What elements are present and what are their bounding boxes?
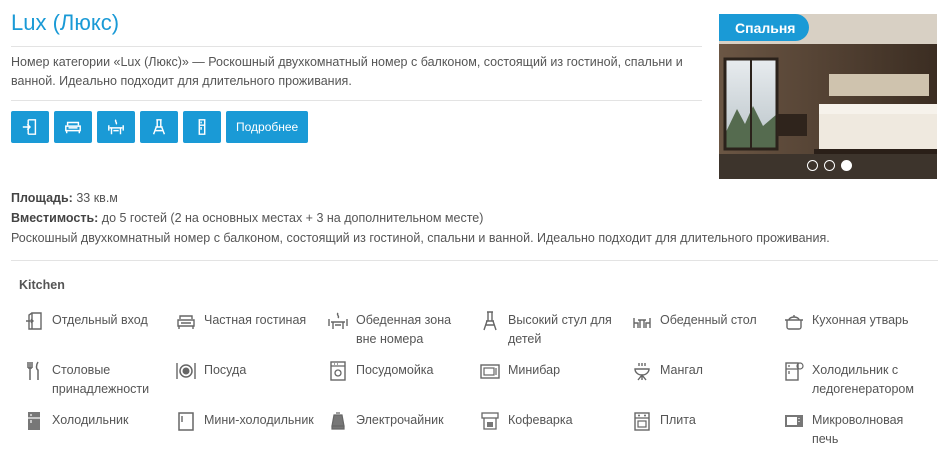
sofa-icon: [65, 121, 81, 134]
amenity-label: Плита: [660, 413, 696, 427]
photo-caption: Спальня: [719, 14, 810, 41]
sofa-button[interactable]: [54, 111, 92, 143]
amenity-label: Посуда: [204, 363, 247, 377]
cutlery-icon: [23, 360, 45, 382]
divider: [11, 100, 702, 101]
minibar-icon: [479, 360, 501, 382]
room-details: Площадь: 33 кв.м Вместимость: до 5 госте…: [11, 188, 830, 248]
amenity-label: Столовые принадлежности: [52, 363, 150, 396]
amenity-item: Столовые принадлежности: [23, 360, 175, 410]
ice-fridge-icon: [783, 360, 805, 382]
amenity-item: Обеденный стол: [631, 310, 783, 360]
capacity-label: Вместимость:: [11, 211, 99, 225]
plate-icon: [175, 360, 197, 382]
amenity-label: Посудомойка: [356, 363, 434, 377]
more-details-button[interactable]: Подробнее: [226, 111, 309, 143]
dining-table-icon: [631, 310, 653, 332]
dishwasher-icon: [327, 360, 349, 382]
door-entry-button[interactable]: [11, 111, 49, 143]
amenity-item: Мангал: [631, 360, 783, 410]
high-chair-icon: [479, 310, 501, 332]
amenity-label: Микроволновая печь: [812, 413, 904, 446]
amenity-label: Кухонная утварь: [812, 313, 909, 327]
capacity-value: до 5 гостей (2 на основных местах + 3 на…: [101, 211, 484, 225]
cookware-icon: [783, 310, 805, 332]
fridge-icon: [198, 119, 206, 135]
dining-button[interactable]: [97, 111, 135, 143]
microwave-icon: [783, 410, 805, 432]
room-title: Lux (Люкс): [11, 10, 120, 35]
carousel-dot-active[interactable]: [841, 160, 852, 171]
amenity-item: Плита: [631, 410, 783, 460]
fridge-icon: [23, 410, 45, 432]
area-value: 33 кв.м: [76, 191, 118, 205]
amenity-label: Мангал: [660, 363, 703, 377]
stove-icon: [631, 410, 653, 432]
kitchen-amenities: Отдельный вход Частная гостиная Обеденна…: [23, 310, 943, 460]
high-chair-icon: [152, 119, 166, 135]
room-description: Номер категории «Lux (Люкс)» — Роскошный…: [11, 55, 683, 88]
amenity-item: Посудомойка: [327, 360, 479, 410]
amenity-item: Минибар: [479, 360, 631, 410]
room-photo[interactable]: Спальня: [719, 14, 937, 179]
door-entry-icon: [23, 310, 45, 332]
amenity-label: Отдельный вход: [52, 313, 148, 327]
amenity-label: Электрочайник: [356, 413, 444, 427]
capacity-row: Вместимость: до 5 гостей (2 на основных …: [11, 208, 830, 228]
amenity-label: Обеденная зона вне номера: [356, 313, 452, 346]
amenity-label: Обеденный стол: [660, 313, 757, 327]
kitchen-heading: Kitchen: [19, 278, 65, 292]
amenity-item: Электрочайник: [327, 410, 479, 460]
amenity-item: Обеденная зона вне номера: [327, 310, 479, 360]
amenity-item: Мини-холодильник: [175, 410, 327, 460]
amenity-item: Холодильник: [23, 410, 175, 460]
amenity-item: Частная гостиная: [175, 310, 327, 360]
area-label: Площадь:: [11, 191, 73, 205]
carousel-dot[interactable]: [824, 160, 835, 171]
amenity-label: Высокий стул для детей: [508, 313, 612, 346]
high-chair-button[interactable]: [140, 111, 178, 143]
coffee-maker-icon: [479, 410, 501, 432]
room-summary: Роскошный двухкомнатный номер с балконом…: [11, 231, 830, 245]
amenity-item: Холодильник с ледогенератором: [783, 360, 935, 410]
kettle-icon: [327, 410, 349, 432]
dining-area-icon: [327, 310, 349, 332]
amenity-item: Высокий стул для детей: [479, 310, 631, 360]
area-row: Площадь: 33 кв.м: [11, 188, 830, 208]
dining-icon: [108, 119, 124, 135]
fridge-button[interactable]: [183, 111, 221, 143]
amenity-label: Частная гостиная: [204, 313, 307, 327]
feature-buttons: Подробнее: [11, 111, 309, 143]
amenity-label: Кофеварка: [508, 413, 573, 427]
amenity-item: Микроволновая печь: [783, 410, 935, 460]
amenity-label: Холодильник: [52, 413, 129, 427]
amenity-item: Отдельный вход: [23, 310, 175, 360]
door-entry-icon: [22, 119, 37, 135]
sofa-icon: [175, 310, 197, 332]
amenity-label: Холодильник с ледогенератором: [812, 363, 914, 396]
amenity-item: Кухонная утварь: [783, 310, 935, 360]
amenity-label: Мини-холодильник: [204, 413, 314, 427]
carousel-dots: [807, 160, 852, 171]
carousel-dot[interactable]: [807, 160, 818, 171]
amenity-label: Минибар: [508, 363, 561, 377]
divider: [11, 46, 702, 47]
grill-icon: [631, 360, 653, 382]
divider: [11, 260, 938, 261]
mini-fridge-icon: [175, 410, 197, 432]
amenity-item: Кофеварка: [479, 410, 631, 460]
amenity-item: Посуда: [175, 360, 327, 410]
